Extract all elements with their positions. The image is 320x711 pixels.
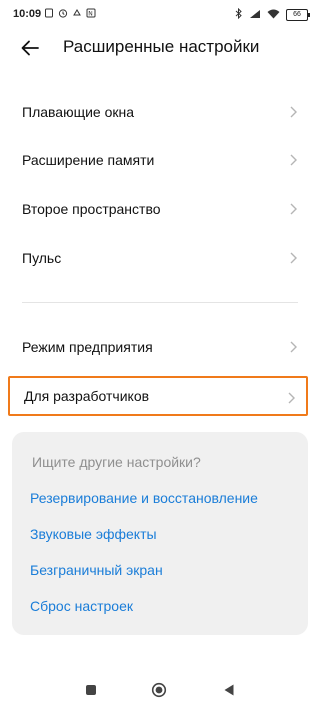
list-item-label: Режим предприятия (22, 339, 153, 355)
bluetooth-icon (235, 7, 243, 22)
suggestion-link-backup[interactable]: Резервирование и восстановление (30, 490, 258, 506)
list-item-memory-extension[interactable]: Расширение памяти (8, 140, 308, 180)
list-item-floating-windows[interactable]: Плавающие окна (8, 92, 308, 132)
section-divider (22, 302, 298, 303)
status-time: 10:09 (13, 8, 42, 20)
suggestion-link-reset-settings[interactable]: Сброс настроек (30, 598, 133, 614)
status-right-icons: 66 (235, 7, 310, 22)
list-item-label: Для разработчиков (24, 388, 150, 404)
alarm-icon (58, 8, 68, 18)
back-icon[interactable] (223, 683, 235, 697)
notification-icon (72, 8, 82, 18)
status-left-icons: N (44, 8, 96, 18)
list-item-label: Плавающие окна (22, 104, 135, 120)
search-suggestions-card: Ищите другие настройки? Резервирование и… (12, 432, 308, 635)
list-item-pulse[interactable]: Пульс (8, 238, 308, 278)
suggestions-hint: Ищите другие настройки? (32, 454, 201, 470)
suggestion-link-sound-effects[interactable]: Звуковые эффекты (30, 526, 157, 542)
home-icon[interactable] (151, 682, 167, 698)
list-item-enterprise-mode[interactable]: Режим предприятия (8, 327, 308, 367)
suggestion-link-borderless-screen[interactable]: Безграничный экран (30, 562, 163, 578)
list-item-developer-options[interactable]: Для разработчиков (8, 376, 308, 416)
nfc-icon: N (86, 8, 96, 18)
chevron-right-icon (290, 203, 297, 215)
battery-icon: 66 (286, 9, 310, 21)
sim-card-icon (44, 8, 54, 18)
app-header: Расширенные настройки (0, 30, 320, 70)
battery-level: 66 (293, 11, 301, 18)
scrolled-content-edge (0, 68, 320, 76)
status-bar: 10:09 N 66 (0, 0, 320, 30)
svg-text:N: N (88, 11, 93, 18)
wifi-icon (267, 9, 280, 22)
chevron-right-icon (288, 392, 295, 404)
signal-icon (249, 9, 261, 22)
list-item-label: Пульс (22, 250, 62, 266)
system-nav-bar (0, 675, 320, 711)
recent-apps-icon[interactable] (86, 685, 96, 695)
list-item-second-space[interactable]: Второе пространство (8, 189, 308, 229)
chevron-right-icon (290, 341, 297, 353)
list-item-label: Расширение памяти (22, 152, 155, 168)
chevron-right-icon (290, 154, 297, 166)
chevron-right-icon (290, 106, 297, 118)
page-title: Расширенные настройки (63, 37, 260, 56)
arrow-left-icon (21, 40, 39, 56)
back-button[interactable] (18, 36, 46, 60)
list-item-label: Второе пространство (22, 201, 161, 217)
chevron-right-icon (290, 252, 297, 264)
